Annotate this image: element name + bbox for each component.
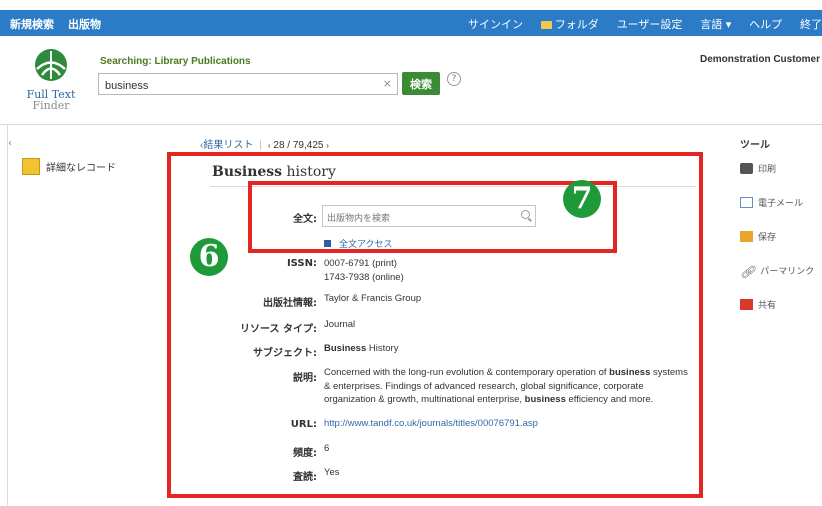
folder-icon xyxy=(540,21,552,29)
search-button[interactable]: 検索 xyxy=(402,72,440,95)
logo-text-finder: Finder xyxy=(32,99,70,112)
email-icon xyxy=(740,197,753,208)
print-tool[interactable]: 印刷 xyxy=(740,162,776,175)
clear-icon[interactable]: × xyxy=(383,77,392,90)
collapse-left-icon[interactable]: ‹ xyxy=(8,138,12,149)
save-icon xyxy=(740,231,753,242)
permalink-tool[interactable]: 🔗︎ パーマリンク xyxy=(740,264,814,279)
exit-link[interactable]: 終了 xyxy=(800,18,822,31)
left-panel-border xyxy=(7,125,8,506)
publications-link[interactable]: 出版物 xyxy=(68,18,101,31)
folder-link[interactable]: フォルダ xyxy=(540,18,599,31)
signin-link[interactable]: サインイン xyxy=(468,18,523,31)
tools-title: ツール xyxy=(740,140,770,151)
document-icon xyxy=(22,158,40,175)
new-search-link[interactable]: 新規検索 xyxy=(10,18,54,31)
search-input[interactable] xyxy=(99,77,381,95)
link-icon: 🔗︎ xyxy=(740,265,756,279)
share-icon xyxy=(740,299,753,310)
help-icon[interactable]: ? xyxy=(447,72,461,86)
result-pager: ‹結果リスト | ‹ 28 / 79,425 › xyxy=(200,140,329,151)
share-tool[interactable]: 共有 xyxy=(740,298,776,311)
next-record-arrow[interactable]: › xyxy=(326,141,329,150)
prev-record-arrow[interactable]: ‹ xyxy=(268,141,271,150)
header-divider xyxy=(0,124,822,125)
printer-icon xyxy=(740,163,753,174)
topnav-right: サインイン フォルダ ユーザー設定 言語 ▾ ヘルプ 終了 xyxy=(454,16,822,32)
save-tool[interactable]: 保存 xyxy=(740,230,776,243)
searching-label: Searching: Library Publications xyxy=(100,56,251,67)
help-link[interactable]: ヘルプ xyxy=(749,18,782,31)
language-menu[interactable]: 言語 ▾ xyxy=(700,18,731,31)
customer-name: Demonstration Customer xyxy=(699,54,820,65)
email-tool[interactable]: 電子メール xyxy=(740,196,803,209)
highlight-frame-fulltext xyxy=(248,181,617,253)
search-box: × xyxy=(98,73,398,95)
annotation-badge-6: 6 xyxy=(190,238,228,276)
annotation-badge-7: 7 xyxy=(563,180,601,218)
full-text-finder-logo[interactable]: Full Text Finder xyxy=(22,48,80,111)
user-settings-link[interactable]: ユーザー設定 xyxy=(617,18,683,31)
record-position: 28 / 79,425 xyxy=(273,140,324,151)
topnav-left: 新規検索 出版物 xyxy=(10,16,115,32)
back-to-results-link[interactable]: ‹結果リスト xyxy=(200,140,253,151)
top-navigation-bar: 新規検索 出版物 サインイン フォルダ ユーザー設定 言語 ▾ ヘルプ 終了 xyxy=(0,10,822,36)
detailed-record-link[interactable]: 詳細なレコード xyxy=(22,158,116,175)
globe-logo-icon xyxy=(35,49,67,81)
